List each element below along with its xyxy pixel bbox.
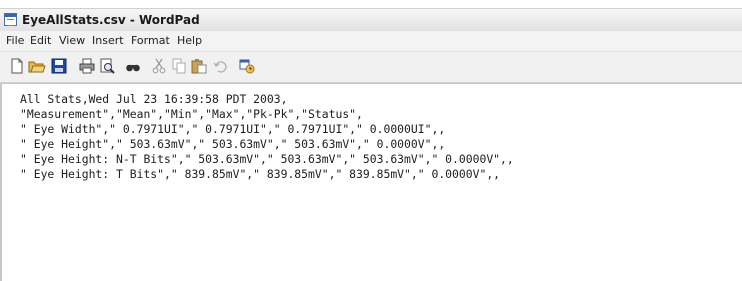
- new-document-icon[interactable]: [8, 57, 26, 75]
- menu-view[interactable]: View: [59, 34, 85, 47]
- menu-edit[interactable]: Edit: [30, 34, 51, 47]
- document-line: "Measurement","Mean","Min","Max","Pk-Pk"…: [20, 107, 363, 121]
- wordpad-app-icon[interactable]: [4, 13, 17, 26]
- document-line: " Eye Width"," 0.7971UI"," 0.7971UI"," 0…: [20, 122, 446, 136]
- cut-icon[interactable]: [150, 57, 168, 75]
- menu-bar: File Edit View Insert Format Help: [0, 31, 742, 52]
- document-line: " Eye Height: N-T Bits"," 503.63mV"," 50…: [20, 152, 514, 166]
- print-preview-icon[interactable]: [98, 57, 116, 75]
- copy-icon[interactable]: [170, 57, 188, 75]
- title-bar[interactable]: EyeAllStats.csv - WordPad: [0, 8, 742, 31]
- wordpad-window: EyeAllStats.csv - WordPad File Edit View…: [0, 0, 742, 281]
- open-folder-icon[interactable]: [28, 57, 46, 75]
- print-icon[interactable]: [78, 57, 96, 75]
- menu-format[interactable]: Format: [131, 34, 170, 47]
- undo-icon[interactable]: [212, 57, 230, 75]
- menu-file[interactable]: File: [6, 34, 24, 47]
- toolbar: [0, 52, 742, 83]
- document-area[interactable]: All Stats,Wed Jul 23 16:39:58 PDT 2003, …: [0, 83, 742, 281]
- paste-icon[interactable]: [190, 57, 208, 75]
- insert-datetime-icon[interactable]: [238, 57, 256, 75]
- menu-insert[interactable]: Insert: [92, 34, 124, 47]
- save-icon[interactable]: [50, 57, 68, 75]
- document-line: " Eye Height: T Bits"," 839.85mV"," 839.…: [20, 167, 501, 181]
- find-icon[interactable]: [124, 57, 142, 75]
- document-line: " Eye Height"," 503.63mV"," 503.63mV"," …: [20, 137, 446, 151]
- menu-help[interactable]: Help: [177, 34, 202, 47]
- document-line: All Stats,Wed Jul 23 16:39:58 PDT 2003,: [20, 92, 288, 106]
- window-title: EyeAllStats.csv - WordPad: [22, 13, 200, 27]
